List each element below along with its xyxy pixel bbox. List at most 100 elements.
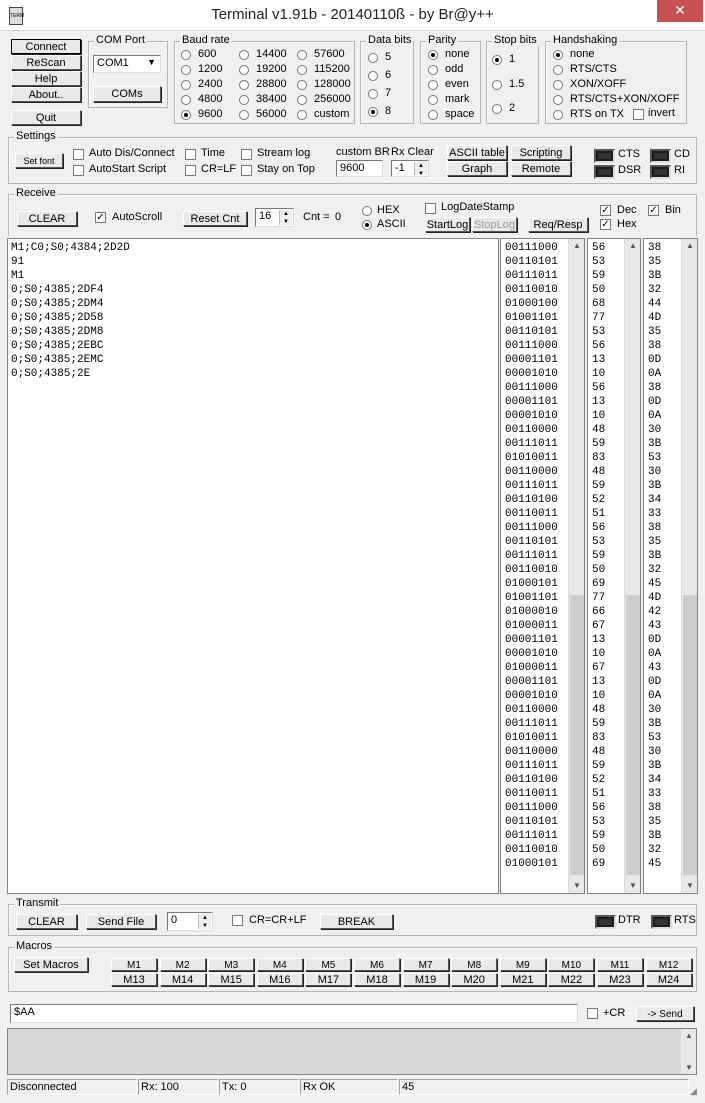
set-font-button[interactable]: Set font [15,153,63,168]
scroll-up-icon[interactable]: ▲ [569,241,584,250]
scroll-up-icon[interactable]: ▲ [682,241,697,250]
macro-button[interactable]: M20 [451,973,498,986]
stoplog-button[interactable]: StopLog [472,217,517,232]
logdatestamp-checkbox[interactable] [425,203,436,214]
reset-cnt-button[interactable]: Reset Cnt [183,211,247,226]
stay-on-top-checkbox[interactable] [241,165,252,176]
receive-ascii-panel[interactable]: M1;C0;S0;4384;2D2D 91 M1 0;S0;4385;2DF4 0;S0… [7,238,499,894]
transmit-history-scrollbar[interactable]: ▲ ▼ [680,1029,696,1074]
baud-rate-radio-13[interactable] [297,95,307,105]
handshaking-radio-2[interactable] [553,80,563,90]
macro-button[interactable]: M12 [645,958,692,971]
macro-button[interactable]: M1 [111,958,157,971]
macro-button[interactable]: M16 [256,973,303,986]
help-button[interactable]: Help [11,71,81,86]
baud-rate-radio-14[interactable] [297,110,307,120]
receive-bin-panel[interactable]: 00111000 00110101 00111011 00110010 01000100… [500,238,585,894]
baud-rate-radio-4[interactable] [181,110,191,120]
time-checkbox[interactable] [185,149,196,160]
connect-button[interactable]: Connect [11,39,81,54]
custom-br-input[interactable]: 9600 [336,160,383,177]
data-bits-radio-0[interactable] [368,53,378,63]
stop-bits-radio-0[interactable] [492,55,502,65]
data-bits-radio-1[interactable] [368,71,378,81]
startlog-button[interactable]: StartLog [425,217,470,232]
baud-rate-radio-0[interactable] [181,50,191,60]
data-bits-radio-2[interactable] [368,89,378,99]
send-input[interactable]: $AA [10,1004,578,1023]
transmit-spinner-input[interactable]: 0 ▲ ▼ [167,912,213,931]
stop-bits-radio-1[interactable] [492,80,502,90]
transmit-clear-button[interactable]: CLEAR [16,914,77,929]
macro-button[interactable]: M23 [597,973,643,986]
macro-button[interactable]: M24 [645,973,692,986]
send-file-button[interactable]: Send File [86,914,156,929]
scroll-down-icon[interactable]: ▼ [681,1063,696,1072]
transmit-spinner[interactable]: ▲ ▼ [198,914,211,929]
handshaking-radio-1[interactable] [553,65,563,75]
cr-lf-checkbox[interactable] [185,165,196,176]
receive-clear-button[interactable]: CLEAR [17,211,77,226]
graph-button[interactable]: Graph [447,161,507,176]
ascii-radio[interactable] [362,220,372,230]
baud-rate-radio-1[interactable] [181,65,191,75]
handshaking-radio-4[interactable] [553,110,563,120]
baud-rate-radio-12[interactable] [297,80,307,90]
scroll-up-icon[interactable]: ▲ [681,1031,696,1040]
macro-button[interactable]: M13 [111,973,157,986]
baud-rate-radio-10[interactable] [297,50,307,60]
resize-grip-icon[interactable]: ◢ [690,1086,697,1097]
hex-scroll-thumb[interactable] [683,595,697,875]
scroll-down-icon[interactable]: ▼ [625,881,640,890]
auto-dis-connect-checkbox[interactable] [73,149,84,160]
receive-hex-panel[interactable]: 38 35 3B 32 44 4D 35 38 0D 0A 38 0D 0A 30 3B 53 30 3B 34 33… [643,238,698,894]
macro-button[interactable]: M14 [159,973,206,986]
hex-radio[interactable] [362,206,372,216]
macro-button[interactable]: M10 [548,958,595,971]
autoscroll-checkbox[interactable]: ✓ [95,212,106,223]
dec-checkbox[interactable]: ✓ [600,205,611,216]
hex-checkbox[interactable]: ✓ [600,219,611,230]
parity-radio-2[interactable] [428,80,438,90]
macro-button[interactable]: M2 [159,958,206,971]
macro-button[interactable]: M22 [548,973,595,986]
macro-button[interactable]: M15 [208,973,255,986]
bin-scrollbar[interactable]: ▲ ▼ [568,239,584,893]
rescan-button[interactable]: ReScan [11,55,81,70]
cr-crlf-checkbox[interactable] [232,915,243,926]
transmit-history-panel[interactable]: ▲ ▼ [7,1028,697,1075]
handshaking-radio-3[interactable] [553,95,563,105]
macro-button[interactable]: M4 [256,958,303,971]
plus-cr-checkbox[interactable] [587,1008,598,1019]
macro-button[interactable]: M11 [597,958,643,971]
break-button[interactable]: BREAK [320,914,393,929]
close-button[interactable]: ✕ [657,0,703,22]
send-button[interactable]: -> Send [636,1006,694,1021]
parity-radio-3[interactable] [428,95,438,105]
title-bar[interactable]: TERM Terminal v1.91b - 20140110ß - by Br… [0,0,705,31]
stream-log-checkbox[interactable] [241,149,252,160]
baud-rate-radio-11[interactable] [297,65,307,75]
autostart-script-checkbox[interactable] [73,165,84,176]
cnt-spinner-input[interactable]: 16 ▲ ▼ [255,208,294,227]
rx-clear-spinner[interactable]: ▲ ▼ [414,162,427,176]
macro-button[interactable]: M9 [499,958,546,971]
baud-rate-radio-8[interactable] [239,95,249,105]
macro-button[interactable]: M8 [451,958,498,971]
stop-bits-radio-2[interactable] [492,104,502,114]
cnt-spinner[interactable]: ▲ ▼ [279,210,292,225]
rx-clear-input[interactable]: -1 ▲ ▼ [391,160,429,177]
coms-button[interactable]: COMs [93,86,161,102]
ascii-table-button[interactable]: ASCII table [447,145,507,160]
scripting-button[interactable]: Scripting [511,145,571,160]
req-resp-button[interactable]: Req/Resp [528,217,588,232]
baud-rate-radio-9[interactable] [239,110,249,120]
remote-button[interactable]: Remote [511,161,571,176]
scroll-down-icon[interactable]: ▼ [682,881,697,890]
baud-rate-radio-5[interactable] [239,50,249,60]
bin-checkbox[interactable]: ✓ [648,205,659,216]
parity-radio-1[interactable] [428,65,438,75]
macro-button[interactable]: M19 [402,973,449,986]
parity-radio-0[interactable] [428,50,438,60]
bin-scroll-thumb[interactable] [570,595,584,875]
